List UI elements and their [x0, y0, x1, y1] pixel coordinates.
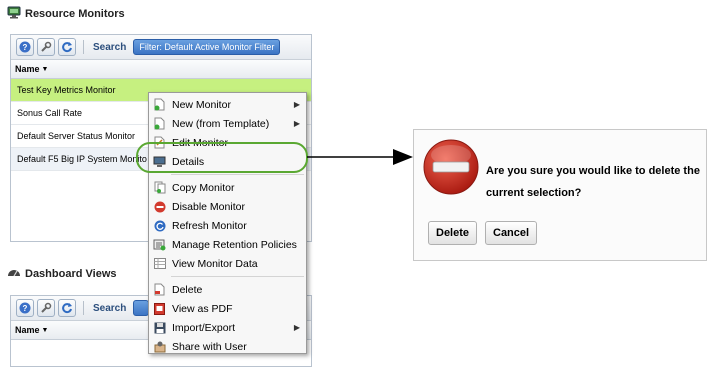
dialog-message-line2: current selection?	[486, 187, 582, 199]
dialog-message-line1: Are you sure you would like to delete th…	[486, 165, 700, 177]
delete-button[interactable]: Delete	[428, 221, 478, 245]
dialog-message: Are you sure you would like to delete th…	[486, 160, 700, 204]
cancel-button[interactable]: Cancel	[485, 221, 538, 245]
details-highlight	[136, 142, 308, 173]
confirm-delete-dialog: Are you sure you would like to delete th…	[413, 129, 707, 261]
callout-arrow-head	[393, 149, 413, 165]
stop-sign-icon	[422, 138, 480, 199]
